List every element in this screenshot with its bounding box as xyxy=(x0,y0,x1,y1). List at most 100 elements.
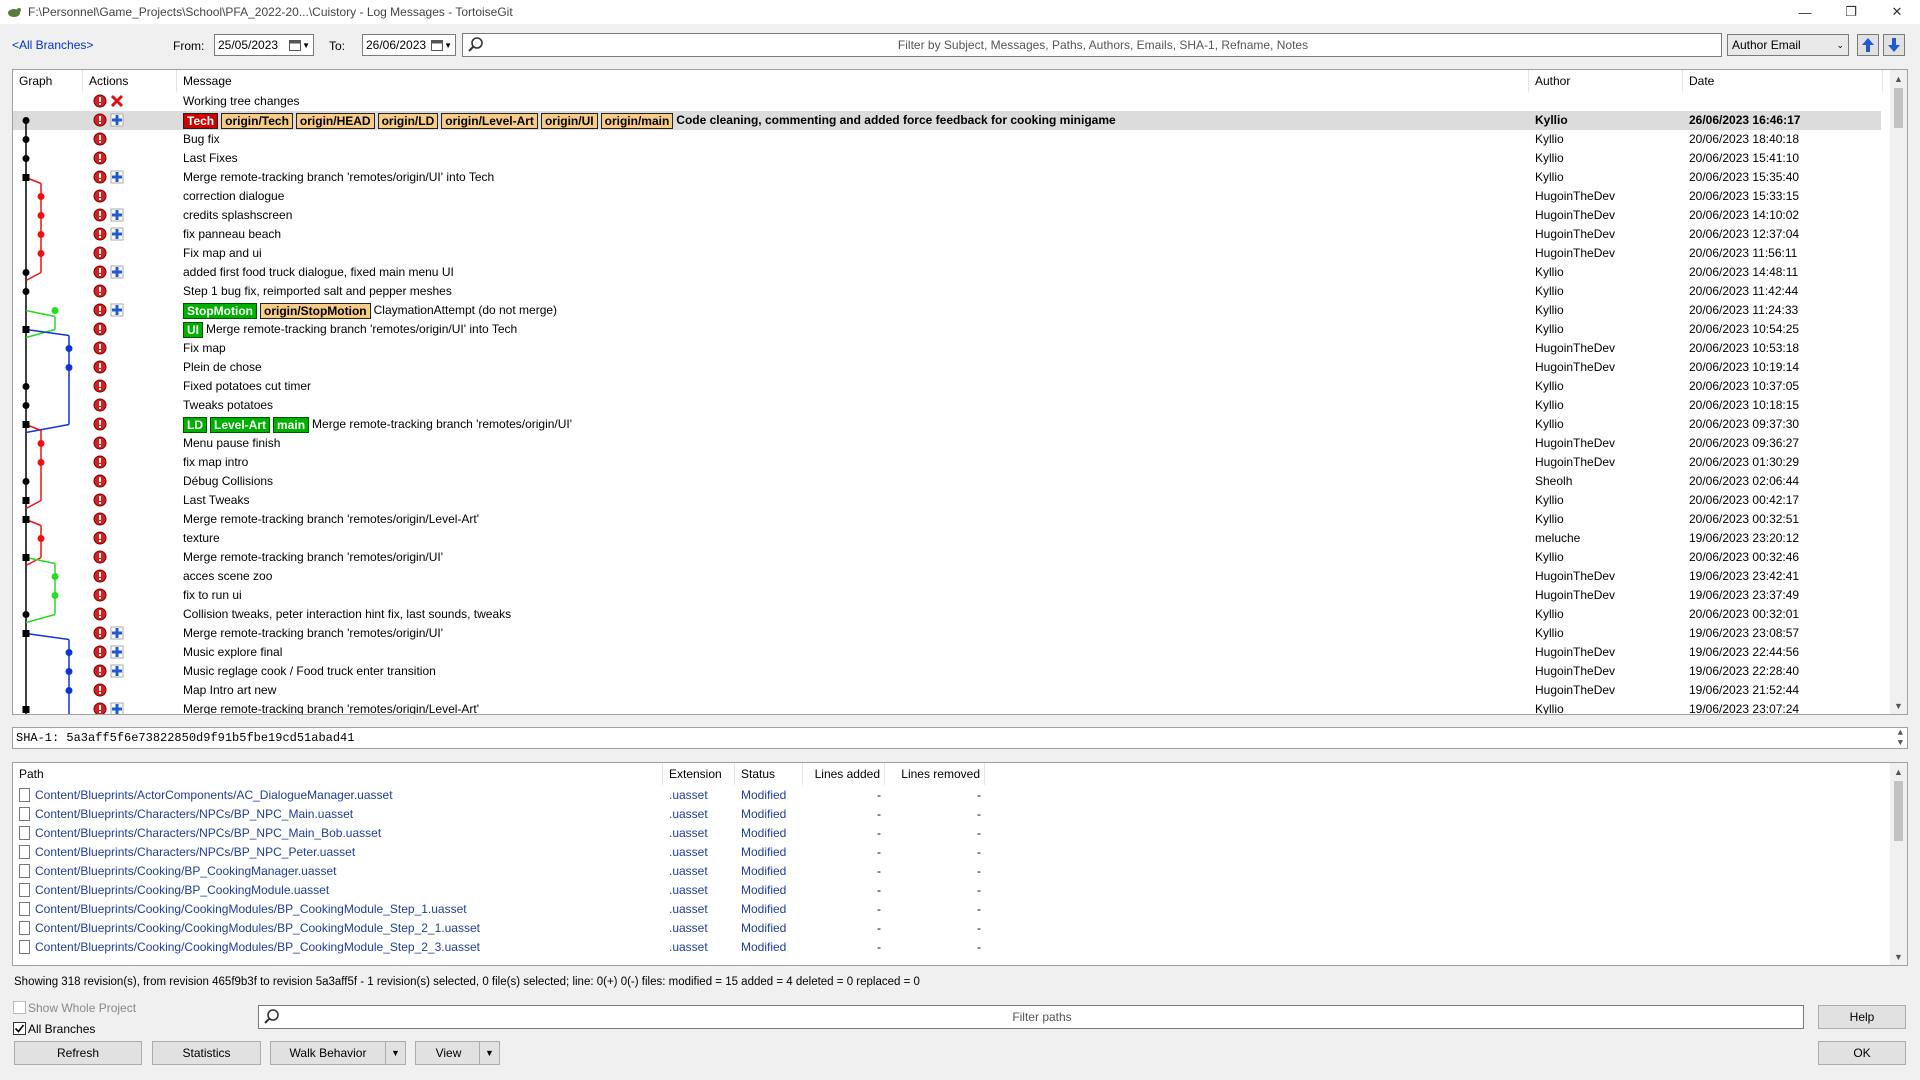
file-row[interactable]: Content/Blueprints/Characters/NPCs/BP_NP… xyxy=(13,805,1893,824)
log-row[interactable]: fix to run ui HugoinTheDev 19/06/2023 23:3… xyxy=(13,586,1881,605)
previous-match-button[interactable] xyxy=(1857,34,1879,56)
log-row[interactable]: Tech origin/Tech origin/HEAD origin/LD origi… xyxy=(13,111,1881,130)
file-row[interactable]: Content/Blueprints/Characters/NPCs/BP_NP… xyxy=(13,824,1893,843)
log-row[interactable]: Last Fixes Kyllio 20/06/2023 15:41:10 xyxy=(13,149,1881,168)
filter-paths-input[interactable]: Filter paths xyxy=(258,1005,1804,1029)
file-row[interactable]: Content/Blueprints/Cooking/CookingModule… xyxy=(13,919,1893,938)
log-row[interactable]: Merge remote-tracking branch 'remotes/or… xyxy=(13,624,1881,643)
log-row[interactable]: Merge remote-tracking branch 'remotes/or… xyxy=(13,548,1881,567)
log-row[interactable]: Fixed potatoes cut timer Kyllio 20/06/2023… xyxy=(13,377,1881,396)
log-row[interactable]: LD Level-Art main Merge remote-tracking bra… xyxy=(13,415,1881,434)
revision-log-list[interactable]: Graph Actions Message Author Date Working tr… xyxy=(12,69,1908,715)
log-scrollbar[interactable]: ▲ ▼ xyxy=(1890,70,1907,714)
commit-message: Map Intro art new xyxy=(183,683,277,697)
files-column-header-lines-added[interactable]: Lines added xyxy=(803,763,885,785)
file-row[interactable]: Content/Blueprints/Cooking/CookingModule… xyxy=(13,938,1893,957)
next-match-button[interactable] xyxy=(1883,34,1905,56)
log-scrollbar-thumb[interactable] xyxy=(1894,88,1903,128)
file-status: Modified xyxy=(741,845,787,859)
commit-message: Code cleaning, commenting and added forc… xyxy=(676,113,1116,127)
scroll-up-icon[interactable]: ▲ xyxy=(1890,70,1907,87)
added-files-icon xyxy=(110,265,124,279)
log-row[interactable]: Map Intro art new HugoinTheDev 19/06/2023 … xyxy=(13,681,1881,700)
modified-files-icon xyxy=(93,208,107,222)
show-whole-project-checkbox[interactable] xyxy=(13,1001,26,1014)
log-column-header-actions[interactable]: Actions xyxy=(83,70,177,92)
log-row[interactable]: Step 1 bug fix, reimported salt and pepp… xyxy=(13,282,1881,301)
file-row[interactable]: Content/Blueprints/Cooking/BP_CookingMod… xyxy=(13,881,1893,900)
file-icon xyxy=(19,788,30,802)
log-row[interactable]: Merge remote-tracking branch 'remotes/or… xyxy=(13,168,1881,187)
scroll-down-icon[interactable]: ▼ xyxy=(1890,697,1907,714)
log-row[interactable]: fix map intro HugoinTheDev 20/06/2023 01:3… xyxy=(13,453,1881,472)
changed-files-list[interactable]: Path Extension Status Lines added Lines remo… xyxy=(12,762,1908,966)
log-row[interactable]: Tweaks potatoes Kyllio 20/06/2023 10:18:15 xyxy=(13,396,1881,415)
commit-author: Kyllio xyxy=(1535,417,1564,431)
file-row[interactable]: Content/Blueprints/Cooking/CookingModule… xyxy=(13,900,1893,919)
scroll-up-icon[interactable]: ▲ xyxy=(1890,763,1907,780)
file-row[interactable]: Content/Blueprints/Characters/NPCs/BP_NP… xyxy=(13,843,1893,862)
refresh-button[interactable]: Refresh xyxy=(14,1041,142,1065)
walk-behavior-button[interactable]: Walk Behavior ▼ xyxy=(270,1041,406,1065)
log-row[interactable]: Last Tweaks Kyllio 20/06/2023 00:42:17 xyxy=(13,491,1881,510)
commit-message: Menu pause finish xyxy=(183,436,281,450)
log-row[interactable]: Fix map and ui HugoinTheDev 20/06/2023 11:… xyxy=(13,244,1881,263)
log-row[interactable]: Merge remote-tracking branch 'remotes/or… xyxy=(13,700,1881,714)
log-row[interactable]: StopMotion origin/StopMotion ClaymationAtt… xyxy=(13,301,1881,320)
maximize-button[interactable]: ❐ xyxy=(1828,0,1874,24)
commit-author: Kyllio xyxy=(1535,151,1564,165)
file-removed: - xyxy=(977,807,981,821)
log-filter-input[interactable]: Filter by Subject, Messages, Paths, Auth… xyxy=(462,33,1722,57)
log-row[interactable]: fix panneau beach HugoinTheDev 20/06/2023 … xyxy=(13,225,1881,244)
log-row[interactable]: acces scene zoo HugoinTheDev 19/06/2023 23… xyxy=(13,567,1881,586)
commit-message-box[interactable]: SHA-1: 5a3aff5f6e73822850d9f91b5fbe19cd5… xyxy=(12,727,1908,749)
log-row[interactable]: UI Merge remote-tracking branch 'remotes/… xyxy=(13,320,1881,339)
added-files-icon xyxy=(110,645,124,659)
ok-button[interactable]: OK xyxy=(1818,1041,1906,1065)
log-row[interactable]: Bug fix Kyllio 20/06/2023 18:40:18 xyxy=(13,130,1881,149)
log-column-header-date[interactable]: Date xyxy=(1683,70,1883,92)
file-ext: .uasset xyxy=(669,807,708,821)
log-row[interactable]: Plein de chose HugoinTheDev 20/06/2023 10:… xyxy=(13,358,1881,377)
log-row[interactable]: Collision tweaks, peter interaction hint… xyxy=(13,605,1881,624)
log-row[interactable]: Music explore final HugoinTheDev 19/06/202… xyxy=(13,643,1881,662)
log-row[interactable]: Menu pause finish HugoinTheDev 20/06/2023 … xyxy=(13,434,1881,453)
file-row[interactable]: Content/Blueprints/ActorComponents/AC_Di… xyxy=(13,786,1893,805)
help-button[interactable]: Help xyxy=(1818,1005,1906,1029)
from-date-picker[interactable]: 25/05/2023 ▼ xyxy=(214,34,314,56)
file-row[interactable]: Content/Blueprints/Cooking/BP_CookingMan… xyxy=(13,862,1893,881)
filter-field-select[interactable]: Author Email ⌄ xyxy=(1727,34,1849,56)
files-column-header-lines-removed[interactable]: Lines removed xyxy=(885,763,985,785)
minimize-button[interactable]: — xyxy=(1782,0,1828,24)
commit-message: Merge remote-tracking branch 'remotes/or… xyxy=(183,626,444,640)
log-row[interactable]: Music reglage cook / Food truck enter tr… xyxy=(13,662,1881,681)
log-column-header-author[interactable]: Author xyxy=(1529,70,1683,92)
files-column-header-status[interactable]: Status xyxy=(735,763,803,785)
log-row[interactable]: texture meluche 19/06/2023 23:20:12 xyxy=(13,529,1881,548)
modified-files-icon xyxy=(93,151,107,165)
log-column-header-message[interactable]: Message xyxy=(177,70,1529,92)
log-row[interactable]: Fix map HugoinTheDev 20/06/2023 10:53:18 xyxy=(13,339,1881,358)
files-scrollbar-thumb[interactable] xyxy=(1894,781,1903,841)
to-date-picker[interactable]: 26/06/2023 ▼ xyxy=(362,34,456,56)
files-column-header-path[interactable]: Path xyxy=(13,763,663,785)
file-removed: - xyxy=(977,940,981,954)
log-row[interactable]: Débug Collisions Sheolh 20/06/2023 02:06:4… xyxy=(13,472,1881,491)
walk-behavior-dropdown-icon[interactable]: ▼ xyxy=(385,1042,405,1064)
files-column-header-extension[interactable]: Extension xyxy=(663,763,735,785)
close-button[interactable]: ✕ xyxy=(1874,0,1920,24)
log-row[interactable]: Working tree changes xyxy=(13,92,1881,111)
log-row[interactable]: correction dialogue HugoinTheDev 20/06/202… xyxy=(13,187,1881,206)
view-button[interactable]: View ▼ xyxy=(415,1041,500,1065)
files-scrollbar[interactable]: ▲ ▼ xyxy=(1890,763,1907,965)
log-row[interactable]: credits splashscreen HugoinTheDev 20/06/20… xyxy=(13,206,1881,225)
scroll-down-icon[interactable]: ▼ xyxy=(1890,948,1907,965)
view-dropdown-icon[interactable]: ▼ xyxy=(479,1042,499,1064)
ref-badge: Tech xyxy=(183,112,219,129)
all-branches-link[interactable]: <All Branches> xyxy=(12,38,93,52)
log-row[interactable]: added first food truck dialogue, fixed m… xyxy=(13,263,1881,282)
spin-arrows-icon[interactable]: ▲ ▼ xyxy=(1898,728,1903,748)
statistics-button[interactable]: Statistics xyxy=(152,1041,261,1065)
log-row[interactable]: Merge remote-tracking branch 'remotes/or… xyxy=(13,510,1881,529)
all-branches-checkbox[interactable] xyxy=(13,1022,26,1035)
